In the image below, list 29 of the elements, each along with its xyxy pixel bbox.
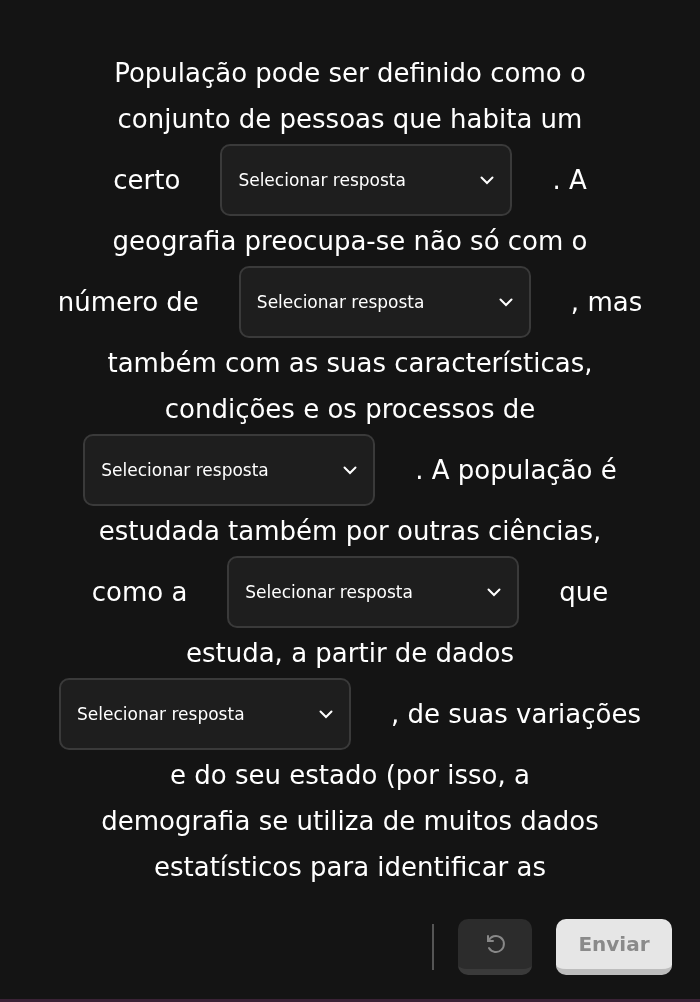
passage-text: estatísticos para identificar as	[153, 851, 546, 884]
passage-text: População pode ser definido como o	[114, 57, 586, 90]
chevron-down-icon	[343, 465, 358, 475]
passage-text: . A	[552, 164, 587, 197]
passage-text: como a	[91, 576, 188, 609]
passage-text: . A população é	[415, 454, 617, 487]
passage-text: número de	[57, 286, 199, 319]
answer-dropdown[interactable]: Selecionar resposta	[83, 434, 376, 506]
answer-dropdown[interactable]: Selecionar resposta	[220, 144, 513, 216]
chevron-down-icon	[487, 587, 502, 597]
answer-dropdown[interactable]: Selecionar resposta	[238, 266, 531, 338]
passage-text: geografia preocupa-se não só com o	[112, 225, 588, 258]
passage-text: e do seu estado (por isso, a	[170, 759, 530, 792]
passage-text: também com as suas características,	[107, 347, 593, 380]
chevron-down-icon	[480, 175, 495, 185]
passage-text: que	[559, 576, 609, 609]
passage-text: condições e os processos de	[164, 393, 536, 426]
passage-text: , mas	[570, 286, 643, 319]
passage-text: conjunto de pessoas que habita um	[117, 103, 583, 136]
passage-text: certo	[113, 164, 181, 197]
undo-button[interactable]	[458, 919, 532, 975]
passage-text: estudada também por outras ciências,	[98, 515, 602, 548]
chevron-down-icon	[319, 709, 333, 719]
passage-text: estuda, a partir de dados	[185, 637, 514, 670]
chevron-down-icon	[498, 297, 513, 307]
answer-dropdown[interactable]: Selecionar resposta	[227, 556, 520, 628]
passage-text: demografia se utiliza de muitos dados	[101, 805, 599, 838]
passage-text: , de suas variações	[391, 698, 641, 731]
answer-dropdown[interactable]: Selecionar resposta	[59, 678, 351, 750]
